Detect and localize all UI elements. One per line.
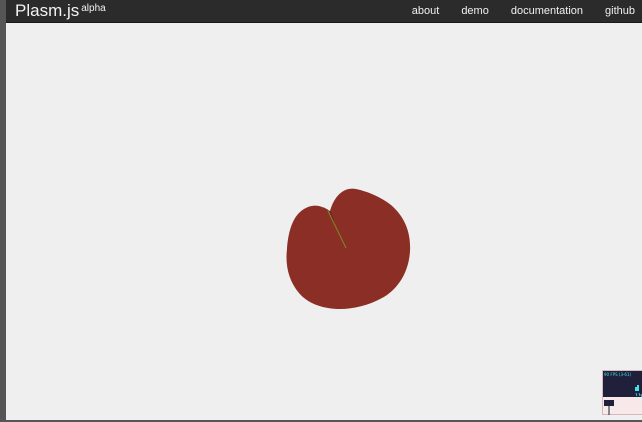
render-canvas[interactable]: 90 FPS (3-61) (12, 23, 642, 420)
top-navbar: Plasm.js alpha about demo documentation g… (6, 0, 642, 23)
brand-name: Plasm.js (15, 1, 80, 20)
ms-graph (608, 406, 610, 415)
app-frame: Plasm.js alpha about demo documentation g… (0, 0, 642, 422)
brand-logo[interactable]: Plasm.js alpha (15, 1, 106, 21)
nav-link-demo[interactable]: demo (461, 0, 489, 23)
stats-widget[interactable]: 90 FPS (3-61) (602, 370, 642, 415)
brand-badge: alpha (81, 3, 106, 14)
blob-shape-main (286, 188, 411, 309)
nav-link-github[interactable]: github (605, 0, 635, 23)
scene-svg (286, 188, 411, 309)
nav-link-about[interactable]: about (412, 0, 440, 23)
nav-link-documentation[interactable]: documentation (511, 0, 583, 23)
nav-links: about demo documentation github (390, 0, 635, 23)
